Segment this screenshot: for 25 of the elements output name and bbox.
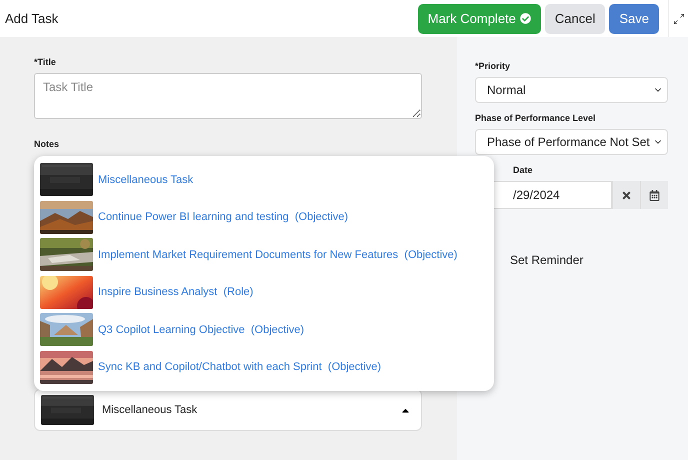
clear-button[interactable]: [612, 181, 640, 209]
reminder-label: Set Reminder: [510, 253, 584, 267]
priority-select[interactable]: Normal: [475, 77, 668, 103]
date-field[interactable]: /29/2024: [491, 181, 612, 209]
phase-select[interactable]: Phase of Performance Not Set: [475, 129, 668, 155]
window-title: Add Task: [5, 11, 60, 26]
field-label: Notes: [34, 139, 60, 149]
calendar-icon: [649, 190, 660, 200]
save-button[interactable]: Save: [609, 4, 659, 34]
dropdown-option[interactable]: Continue Power BI learning and testing (Objective): [40, 200, 494, 234]
dropdown-option[interactable]: Implement Market Requirement Documents for New Features (Objective): [40, 238, 494, 272]
field-label: Date: [513, 165, 534, 175]
dropdown-option[interactable]: Q3 Copilot Learning Objective (Objective): [40, 313, 494, 346]
cancel-button[interactable]: Cancel: [544, 4, 606, 34]
dropdown-option[interactable]: Miscellaneous Task: [40, 163, 494, 196]
dropdown-option[interactable]: Sync KB and Copilot/Chatbot with each Sprint (Objective): [40, 350, 494, 384]
field-label: *Priority: [475, 61, 512, 71]
field-label: Phase of Performance Level: [475, 113, 597, 123]
calendar-button[interactable]: [640, 181, 668, 209]
title-field[interactable]: Task Title: [34, 73, 422, 119]
task-select[interactable]: Miscellaneous Task: [34, 389, 422, 431]
field-label: *Title: [34, 57, 57, 67]
dropdown-option[interactable]: Inspire Business Analyst (Role): [40, 276, 494, 309]
mark-complete-button[interactable]: Mark Complete: [418, 4, 541, 34]
close-icon: [621, 190, 632, 200]
